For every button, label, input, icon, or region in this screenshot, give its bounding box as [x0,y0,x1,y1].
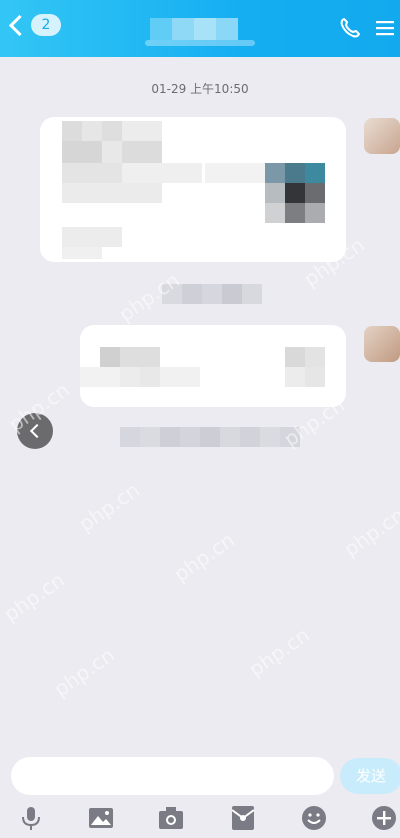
system-notice-pixelated [120,427,300,447]
send-button[interactable]: 发送 [340,758,400,794]
watermark: php.cn [244,622,314,682]
avatar[interactable] [364,118,400,154]
message-timestamp: 01-29 上午10:50 [151,82,249,96]
watermark: php.cn [0,567,69,627]
watermark: php.cn [339,502,400,562]
chat-header: 2 [0,0,400,57]
message-bubble[interactable] [80,325,346,407]
system-notice-pixelated [162,284,262,304]
image-icon[interactable] [87,804,115,832]
chevron-left-icon [8,14,31,36]
watermark: php.cn [49,642,119,702]
title-underline [145,40,255,46]
plus-icon[interactable] [370,804,398,832]
watermark: php.cn [169,527,239,587]
phone-icon[interactable] [338,16,362,40]
contact-name-pixelated [150,18,238,40]
watermark: php.cn [74,477,144,537]
unread-badge: 2 [31,14,61,36]
camera-icon[interactable] [157,804,185,832]
menu-icon[interactable] [372,16,396,40]
chevron-left-icon [29,423,44,439]
floating-back-button[interactable] [17,413,53,449]
emoji-icon[interactable] [300,804,328,832]
red-packet-icon[interactable] [229,804,257,832]
back-button[interactable]: 2 [8,14,61,36]
message-bubble[interactable] [40,117,346,262]
microphone-icon[interactable] [17,804,45,832]
avatar[interactable] [364,326,400,362]
input-toolbar [0,800,400,838]
message-input[interactable] [11,757,334,795]
